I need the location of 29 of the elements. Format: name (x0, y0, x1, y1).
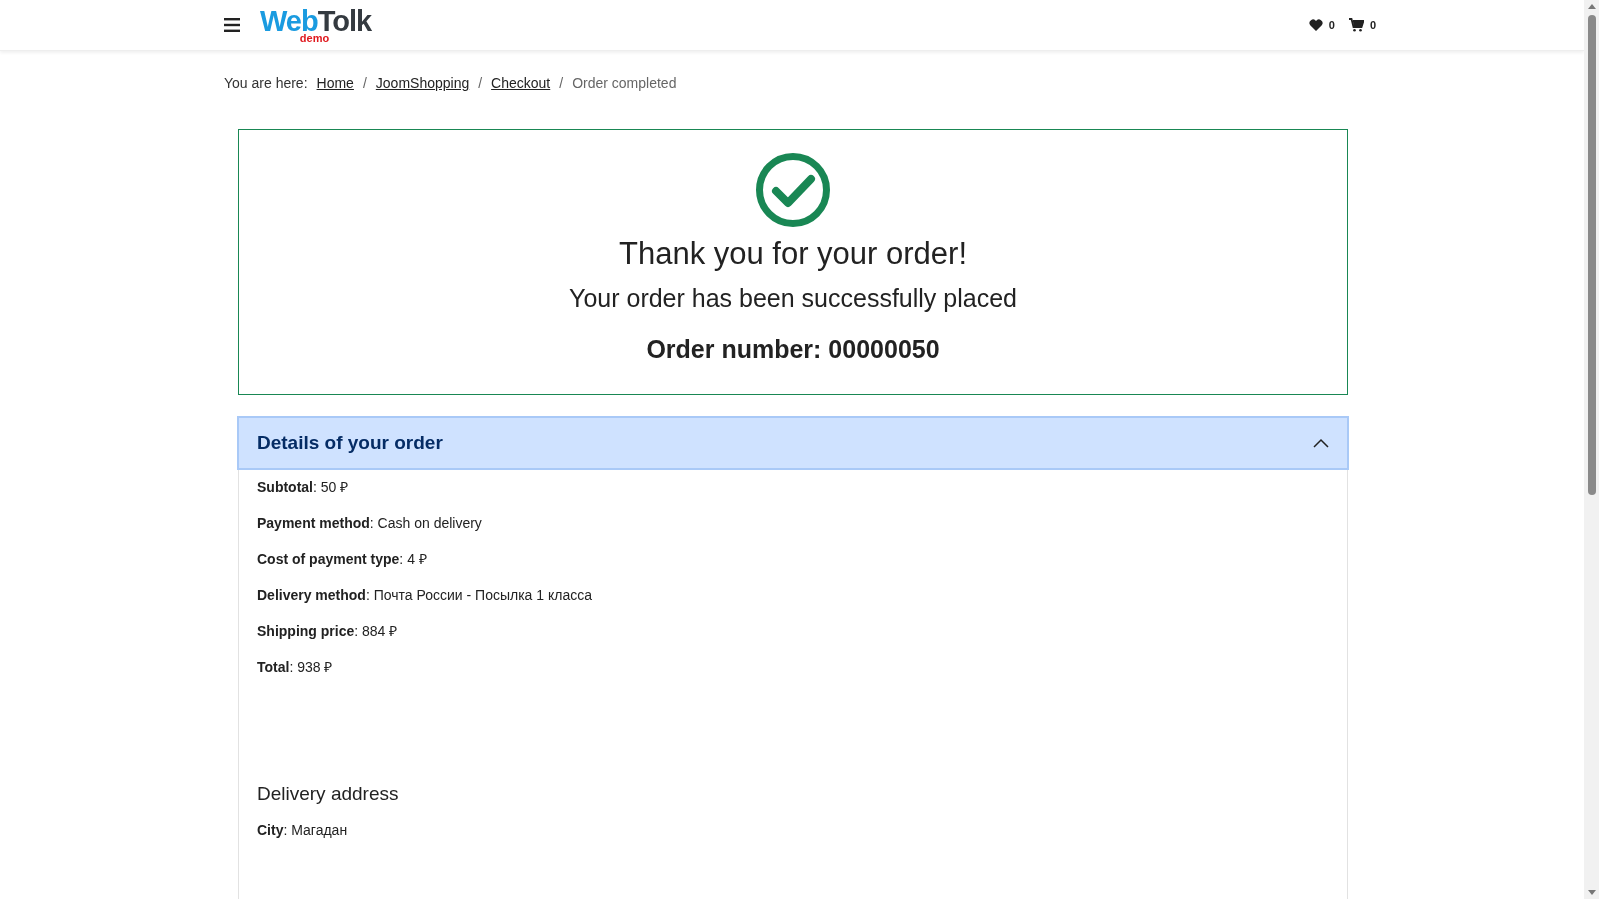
details-accordion-header[interactable]: Details of your order (237, 416, 1349, 470)
order-detail-line: Delivery method: Почта России - Посылка 1 класса (257, 588, 593, 603)
breadcrumb-label: You are here: (224, 75, 308, 91)
order-detail-line: Subtotal: 50 ₽ (257, 480, 350, 495)
logo[interactable]: WebTolk demo (260, 6, 372, 44)
thank-you-heading: Thank you for your order! (618, 236, 968, 272)
success-message: Your order has been successfully placed (569, 284, 1017, 313)
order-detail-line: Shipping price: 884 ₽ (257, 624, 399, 639)
breadcrumb-current: Order completed (572, 75, 677, 91)
wishlist-count: 0 (1328, 19, 1335, 31)
breadcrumb-link[interactable]: Home (316, 75, 354, 91)
cart-count: 0 (1369, 19, 1376, 31)
order-number: Order number: 00000050 (646, 335, 940, 364)
check-circle-icon (755, 152, 831, 228)
breadcrumb-link[interactable]: Checkout (491, 75, 551, 91)
breadcrumb-separator: / (559, 75, 564, 91)
order-detail-line: Total: 938 ₽ (257, 660, 334, 675)
order-detail-line: Cost of payment type: 4 ₽ (257, 552, 428, 567)
scrollbar[interactable] (1584, 0, 1599, 899)
breadcrumb-link[interactable]: JoomShopping (375, 75, 470, 91)
cart-icon[interactable] (1348, 18, 1364, 32)
address-line: City: Магадан (257, 823, 349, 838)
chevron-icon[interactable] (1313, 438, 1329, 448)
menu-icon[interactable] (224, 18, 240, 32)
heart-icon[interactable] (1308, 19, 1323, 31)
breadcrumb-separator: / (362, 75, 367, 91)
order-detail-line: Payment method: Cash on delivery (257, 516, 483, 531)
breadcrumb-separator: / (478, 75, 483, 91)
address-heading: Delivery address (257, 783, 400, 805)
